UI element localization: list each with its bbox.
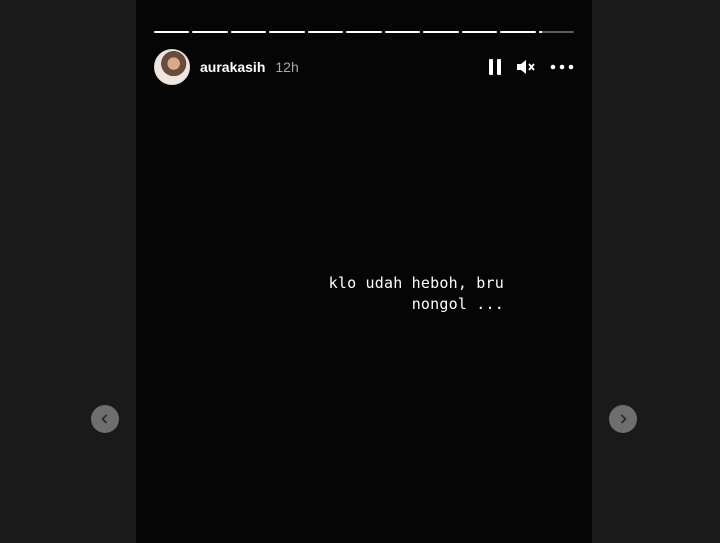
progress-segment-fill [538,31,543,33]
caption-line-2: nongol ... [411,295,504,313]
mute-button[interactable] [516,58,536,76]
progress-segment [192,31,228,33]
progress-segment [154,31,190,33]
chevron-left-icon [101,414,108,424]
progress-segment-fill [461,31,498,33]
chevron-right-icon [620,414,627,424]
story-caption: klo udah heboh, bru nongol ... [286,273,504,315]
progress-segment-fill [192,31,228,33]
progress-segment [500,31,536,33]
progress-segment [269,31,305,33]
progress-segment [461,31,498,33]
pause-icon [489,59,501,75]
progress-segment [384,31,421,33]
progress-segment [346,31,382,33]
progress-segment-fill [500,31,536,33]
username[interactable]: aurakasih [200,59,265,75]
post-time: 12h [275,59,299,75]
caption-line-1: klo udah heboh, bru [328,274,504,292]
more-icon [550,64,574,70]
progress-segment-fill [269,31,305,33]
avatar[interactable] [154,49,190,85]
pause-button[interactable] [488,58,502,76]
story-viewer[interactable]: aurakasih 12h klo udah heboh, bru nongol… [136,0,592,543]
story-controls [488,58,574,76]
progress-segment [538,31,574,33]
story-header: aurakasih 12h [154,48,574,86]
speaker-muted-icon [517,60,535,74]
progress-segment-fill [307,31,344,33]
progress-segment [230,31,267,33]
next-story-button[interactable] [609,405,637,433]
progress-segment [307,31,344,33]
more-options-button[interactable] [550,64,574,70]
progress-segment-fill [154,31,190,33]
progress-segment-fill [384,31,421,33]
progress-segment-fill [346,31,382,33]
progress-segment-fill [423,31,459,33]
story-progress-bar [154,31,574,34]
previous-story-button[interactable] [91,405,119,433]
progress-segment [423,31,459,33]
progress-segment-fill [230,31,267,33]
